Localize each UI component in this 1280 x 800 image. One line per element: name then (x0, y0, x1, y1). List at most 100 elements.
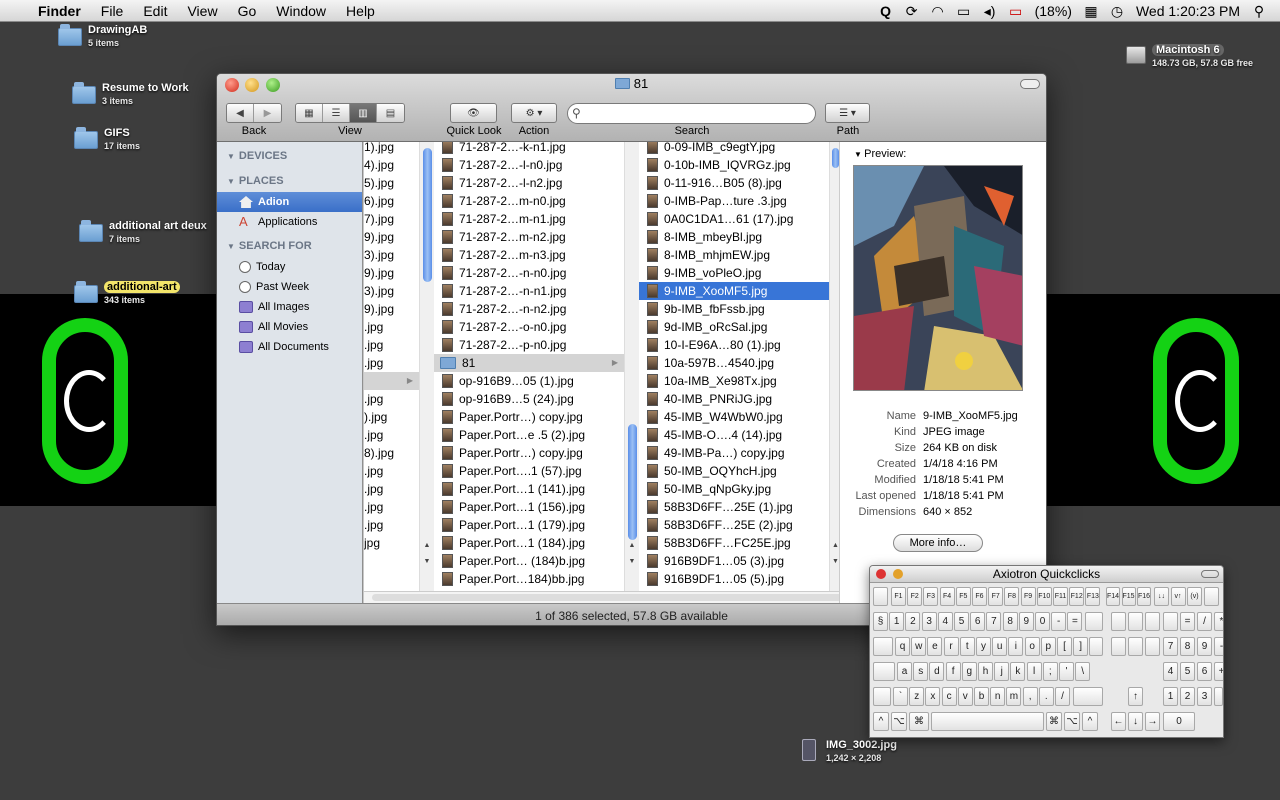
escape-key[interactable] (873, 587, 888, 606)
function-key[interactable]: F9 (1020, 587, 1036, 606)
file-row[interactable]: 45-IMB-O….4 (14).jpg (639, 426, 829, 444)
function-key[interactable]: F11 (1053, 587, 1068, 606)
file-row[interactable]: 9).jpg (364, 264, 419, 282)
space-key[interactable] (931, 712, 1044, 731)
spaces-icon[interactable]: ▦ (1078, 3, 1104, 20)
file-row[interactable]: 0-11-916…B05 (8).jpg (639, 174, 829, 192)
search-input[interactable]: ⚲ (567, 103, 816, 124)
file-row[interactable]: 9b-IMB_fbFssb.jpg (639, 300, 829, 318)
coverflow-view-button[interactable]: ▤ (377, 104, 404, 122)
caps-lock-key[interactable] (873, 662, 895, 681)
letter-key[interactable]: m (1006, 687, 1022, 706)
file-row[interactable]: 81 ▶ (434, 354, 624, 372)
letter-key[interactable]: d (929, 662, 945, 681)
sync-icon[interactable]: ⟳ (899, 3, 925, 20)
file-row[interactable]: 9).jpg (364, 228, 419, 246)
file-row[interactable]: .jpg (364, 318, 419, 336)
menu-view[interactable]: View (177, 0, 227, 22)
file-row[interactable]: 71-287-2…m-n1.jpg (434, 210, 624, 228)
menu-help[interactable]: Help (336, 0, 385, 22)
function-key[interactable]: F10 (1036, 587, 1052, 606)
nav-key[interactable]: v↑ (1170, 587, 1186, 606)
return-key[interactable] (1089, 637, 1103, 656)
function-key[interactable]: F8 (1004, 587, 1020, 606)
letter-key[interactable]: ` (893, 687, 908, 706)
numpad-key[interactable]: 7 (1163, 637, 1178, 656)
function-key[interactable]: F12 (1069, 587, 1085, 606)
number-key[interactable]: 4 (937, 612, 953, 631)
scroll-up-arrow-icon[interactable]: ▲ (625, 542, 639, 549)
letter-key[interactable]: h (978, 662, 993, 681)
number-key[interactable]: - (1051, 612, 1067, 631)
quicksilver-icon[interactable]: Q (873, 3, 899, 19)
number-key[interactable]: 0 (1035, 612, 1050, 631)
file-row[interactable]: 10a-597B…4540.jpg (639, 354, 829, 372)
file-row[interactable]: 3).jpg (364, 246, 419, 264)
arrow-up-key[interactable]: ↑ (1128, 687, 1143, 706)
file-row[interactable]: 8-IMB_mhjmEW.jpg (639, 246, 829, 264)
icon-view-button[interactable]: ▦ (296, 104, 323, 122)
letter-key[interactable]: j (994, 662, 1010, 681)
letter-key[interactable]: / (1055, 687, 1070, 706)
file-row[interactable]: 71-287-2…-n-n0.jpg (434, 264, 624, 282)
file-row[interactable]: 71-287-2…-n-n2.jpg (434, 300, 624, 318)
letter-key[interactable]: a (897, 662, 912, 681)
file-row[interactable]: Paper.Port…1 (156).jpg (434, 498, 624, 516)
desktop-folder-additional-art[interactable]: additional-art 343 items (74, 281, 180, 307)
letter-key[interactable]: v (957, 687, 973, 706)
letter-key[interactable]: ] (1073, 637, 1089, 656)
file-row[interactable]: .jpg (364, 480, 419, 498)
file-row[interactable]: Paper.Port…1 (184).jpg (434, 534, 624, 552)
scroll-up-arrow-icon[interactable]: ▲ (830, 542, 839, 549)
file-row[interactable]: 9).jpg (364, 300, 419, 318)
file-row[interactable]: 8).jpg (364, 444, 419, 462)
tab-key[interactable] (873, 637, 893, 656)
number-key[interactable]: 1 (889, 612, 905, 631)
letter-key[interactable]: f (945, 662, 961, 681)
letter-key[interactable]: k (1010, 662, 1026, 681)
path-button[interactable]: ☰ ▾ (825, 103, 870, 123)
letter-key[interactable]: c (941, 687, 957, 706)
letter-key[interactable]: s (913, 662, 929, 681)
scroll-thumb[interactable] (832, 148, 839, 168)
help-key[interactable] (1111, 612, 1126, 631)
file-row[interactable]: 0-10b-IMB_IQVRGz.jpg (639, 156, 829, 174)
function-key[interactable]: F16 (1137, 587, 1151, 606)
arrow-left-key[interactable]: ← (1111, 712, 1126, 731)
letter-key[interactable]: u (992, 637, 1008, 656)
sidebar-item-all-documents[interactable]: All Documents (217, 337, 362, 357)
back-button[interactable]: ◀ (227, 104, 254, 122)
file-row[interactable]: 71-287-2…-p-n0.jpg (434, 336, 624, 354)
letter-key[interactable]: g (961, 662, 977, 681)
desktop-folder-drawingab[interactable]: DrawingAB 5 items (58, 24, 147, 50)
file-row[interactable]: 5).jpg (364, 174, 419, 192)
letter-key[interactable]: r (943, 637, 959, 656)
letter-key[interactable]: n (990, 687, 1006, 706)
file-row[interactable]: 71-287-2…-o-n0.jpg (434, 318, 624, 336)
file-row[interactable]: .jpg (364, 354, 419, 372)
menu-go[interactable]: Go (228, 0, 267, 22)
minimize-button[interactable] (893, 569, 903, 579)
file-row[interactable]: Paper.Port….1 (57).jpg (434, 462, 624, 480)
numpad-key[interactable]: 2 (1180, 687, 1195, 706)
file-row[interactable]: 0-09-IMB_c9egtY.jpg (639, 142, 829, 156)
toolbar-toggle-button[interactable] (1201, 570, 1219, 578)
letter-key[interactable]: , (1022, 687, 1038, 706)
file-row[interactable]: ▶ (364, 372, 419, 390)
more-info-button[interactable]: More info… (893, 534, 983, 552)
file-row[interactable]: 3).jpg (364, 282, 419, 300)
letter-key[interactable]: y (976, 637, 991, 656)
file-row[interactable]: Paper.Portr…) copy.jpg (434, 408, 624, 426)
letter-key[interactable]: ' (1059, 662, 1074, 681)
function-key[interactable]: F5 (955, 587, 971, 606)
file-row[interactable]: Paper.Port… (184)b.jpg (434, 552, 624, 570)
list-view-button[interactable]: ☰ (323, 104, 350, 122)
file-row[interactable]: 71-287-2…-l-n0.jpg (434, 156, 624, 174)
letter-key[interactable]: o (1024, 637, 1040, 656)
function-key[interactable]: F3 (923, 587, 939, 606)
spotlight-icon[interactable]: ⚲ (1246, 3, 1272, 20)
numpad-key[interactable]: / (1197, 612, 1212, 631)
enter-key[interactable] (1214, 687, 1223, 706)
file-row[interactable]: 1).jpg (364, 142, 419, 156)
file-row[interactable]: 71-287-2…m-n3.jpg (434, 246, 624, 264)
